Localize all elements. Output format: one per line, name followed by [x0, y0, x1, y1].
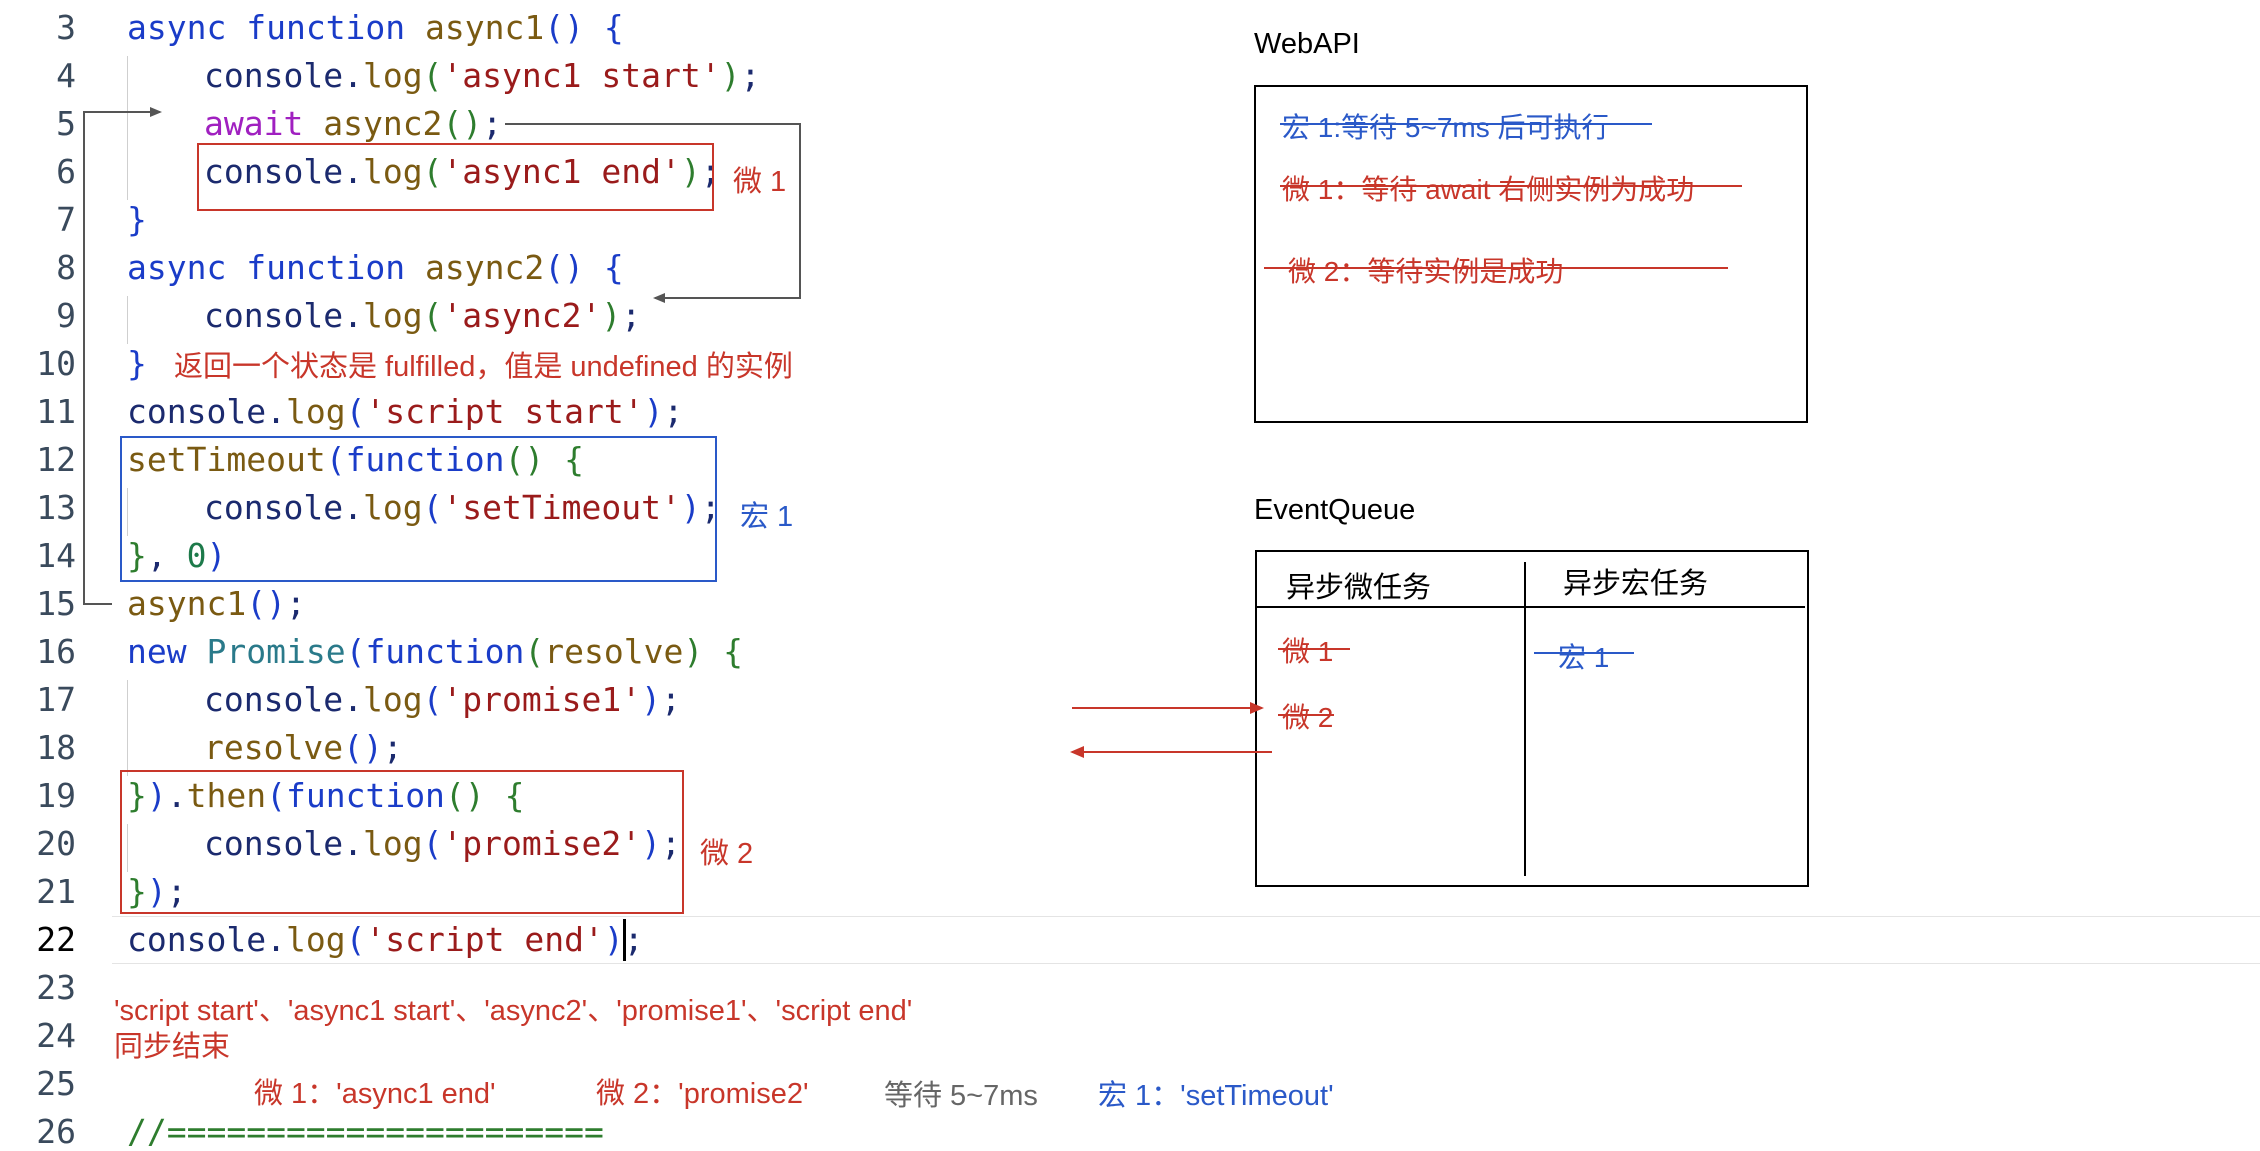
- call-arrow-async2: [505, 123, 801, 303]
- connector-overlay: [83, 107, 1272, 758]
- call-arrow-async1: [83, 107, 162, 605]
